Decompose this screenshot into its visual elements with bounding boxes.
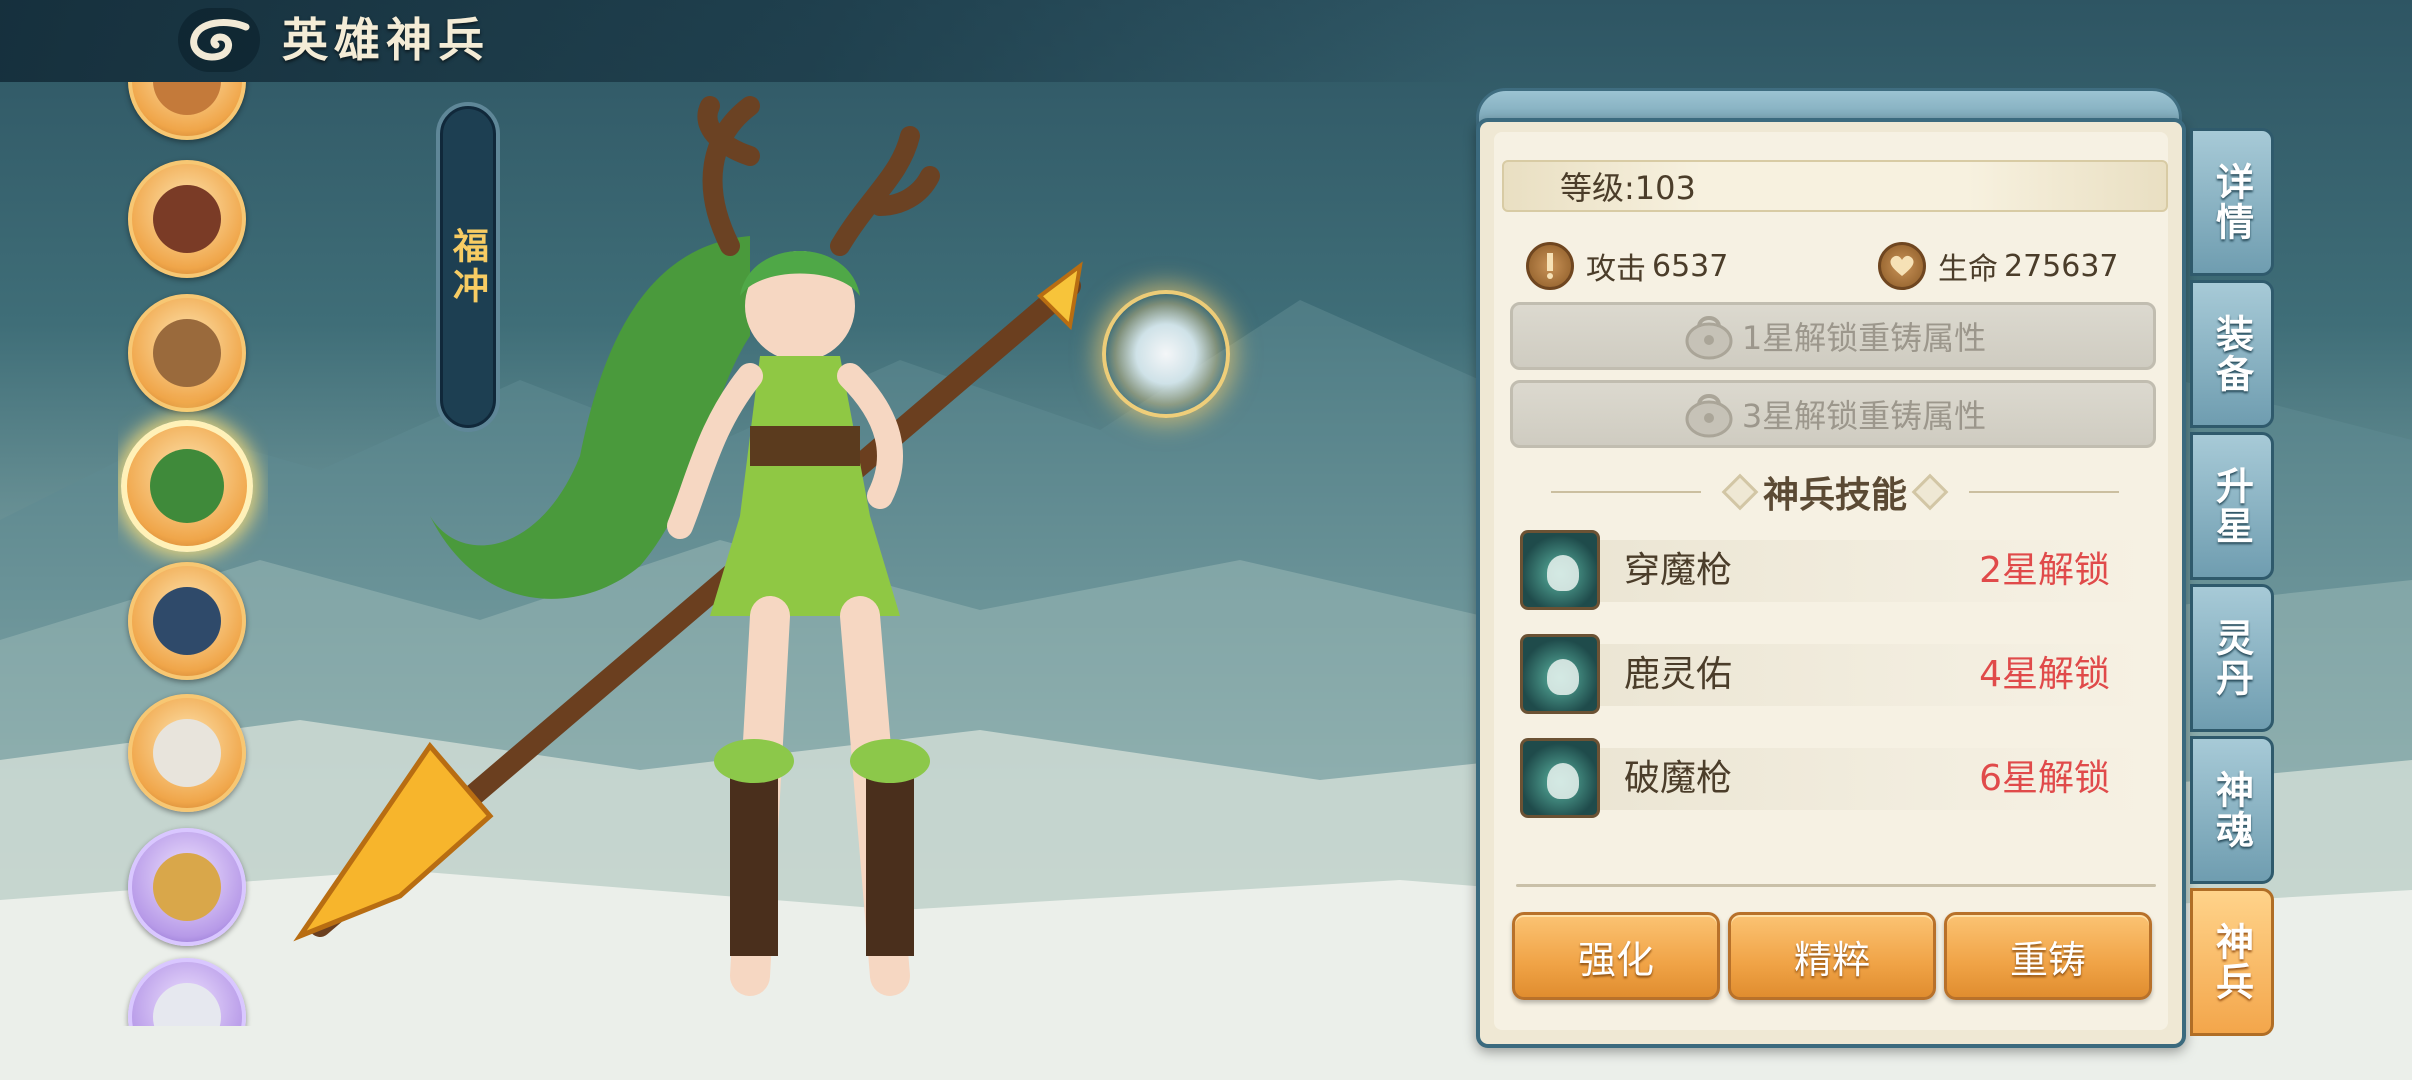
reforge-lock-row-1: 1星解锁重铸属性	[1510, 302, 2156, 370]
tab-details[interactable]: 详情	[2190, 128, 2274, 276]
skill-unlock-text: 2星解锁	[1979, 550, 2110, 591]
enhance-button[interactable]: 强化	[1512, 912, 1720, 1000]
hp-value: 275637	[2004, 248, 2119, 284]
page-title: 英雄神兵	[282, 13, 490, 67]
diamond-ornament-icon	[1721, 473, 1759, 511]
hero-avatar[interactable]	[128, 160, 246, 278]
weapon-orb[interactable]	[1102, 290, 1230, 418]
skill-row[interactable]: 破魔枪 6星解锁	[1520, 734, 2150, 822]
reforge-lock-row-2: 3星解锁重铸属性	[1510, 380, 2156, 448]
tab-equipment[interactable]: 装备	[2190, 280, 2274, 428]
skills-title-text: 神兵技能	[1762, 474, 1907, 516]
lock-text: 3星解锁重铸属性	[1741, 397, 1987, 435]
panel-divider	[1516, 884, 2156, 887]
hero-avatar-selected[interactable]	[121, 420, 253, 552]
back-button[interactable]	[178, 8, 260, 72]
tab-label: 神兵	[2209, 922, 2255, 1002]
lock-icon	[1685, 316, 1733, 360]
reforge-button[interactable]: 重铸	[1944, 912, 2152, 1000]
skills-section-title: 神兵技能	[1502, 462, 2168, 522]
hero-avatar[interactable]	[128, 82, 246, 140]
attack-icon	[1526, 242, 1574, 290]
hero-avatar[interactable]	[128, 828, 246, 946]
tab-divine-soul[interactable]: 神魂	[2190, 736, 2274, 884]
hp-label: 生命	[1938, 252, 1998, 287]
hp-stat: 生命 275637	[1878, 240, 2119, 292]
tab-label: 装备	[2209, 314, 2255, 394]
hero-avatar[interactable]	[128, 958, 246, 1026]
level-text: 等级:103	[1560, 169, 1696, 207]
skill-name: 鹿灵佑	[1624, 654, 1733, 695]
lock-text: 1星解锁重铸属性	[1741, 319, 1987, 357]
lock-icon	[1685, 394, 1733, 438]
level-bar: 等级:103	[1502, 160, 2168, 212]
diamond-ornament-icon	[1911, 473, 1949, 511]
divider-line	[1969, 491, 2119, 493]
skill-name: 破魔枪	[1624, 758, 1733, 799]
divider-line	[1550, 491, 1701, 493]
skill-icon[interactable]	[1520, 634, 1600, 714]
hero-character-illustration	[293, 96, 1083, 996]
hero-avatar[interactable]	[128, 294, 246, 412]
top-bar: 英雄神兵	[0, 0, 1480, 82]
attack-stat: 攻击 6537	[1526, 240, 1728, 292]
back-swirl-icon	[190, 19, 250, 61]
tab-star-up[interactable]: 升星	[2190, 432, 2274, 580]
tab-divine-weapon[interactable]: 神兵	[2190, 888, 2274, 1036]
skill-row[interactable]: 穿魔枪 2星解锁	[1520, 526, 2150, 614]
tab-label: 灵丹	[2209, 618, 2255, 698]
tab-label: 详情	[2209, 162, 2255, 242]
skill-icon[interactable]	[1520, 738, 1600, 818]
hero-list[interactable]	[118, 82, 268, 1026]
hero-avatar[interactable]	[128, 694, 246, 812]
skill-row[interactable]: 鹿灵佑 4星解锁	[1520, 630, 2150, 718]
essence-button[interactable]: 精粹	[1728, 912, 1936, 1000]
tab-elixir[interactable]: 灵丹	[2190, 584, 2274, 732]
stats-row: 攻击 6537 生命 275637	[1502, 236, 2168, 296]
heart-icon	[1878, 242, 1926, 290]
skill-unlock-text: 6星解锁	[1979, 758, 2110, 799]
weapon-panel: 等级:103 攻击 6537 生命 275637 1星解锁重铸属性 3星解锁重铸…	[1476, 118, 2186, 1048]
attack-label: 攻击	[1586, 252, 1646, 287]
skill-name: 穿魔枪	[1624, 550, 1733, 591]
skill-icon[interactable]	[1520, 530, 1600, 610]
skill-unlock-text: 4星解锁	[1979, 654, 2110, 695]
tab-label: 升星	[2209, 466, 2255, 546]
attack-value: 6537	[1652, 248, 1729, 284]
hero-avatar[interactable]	[128, 562, 246, 680]
tab-label: 神魂	[2209, 770, 2255, 850]
